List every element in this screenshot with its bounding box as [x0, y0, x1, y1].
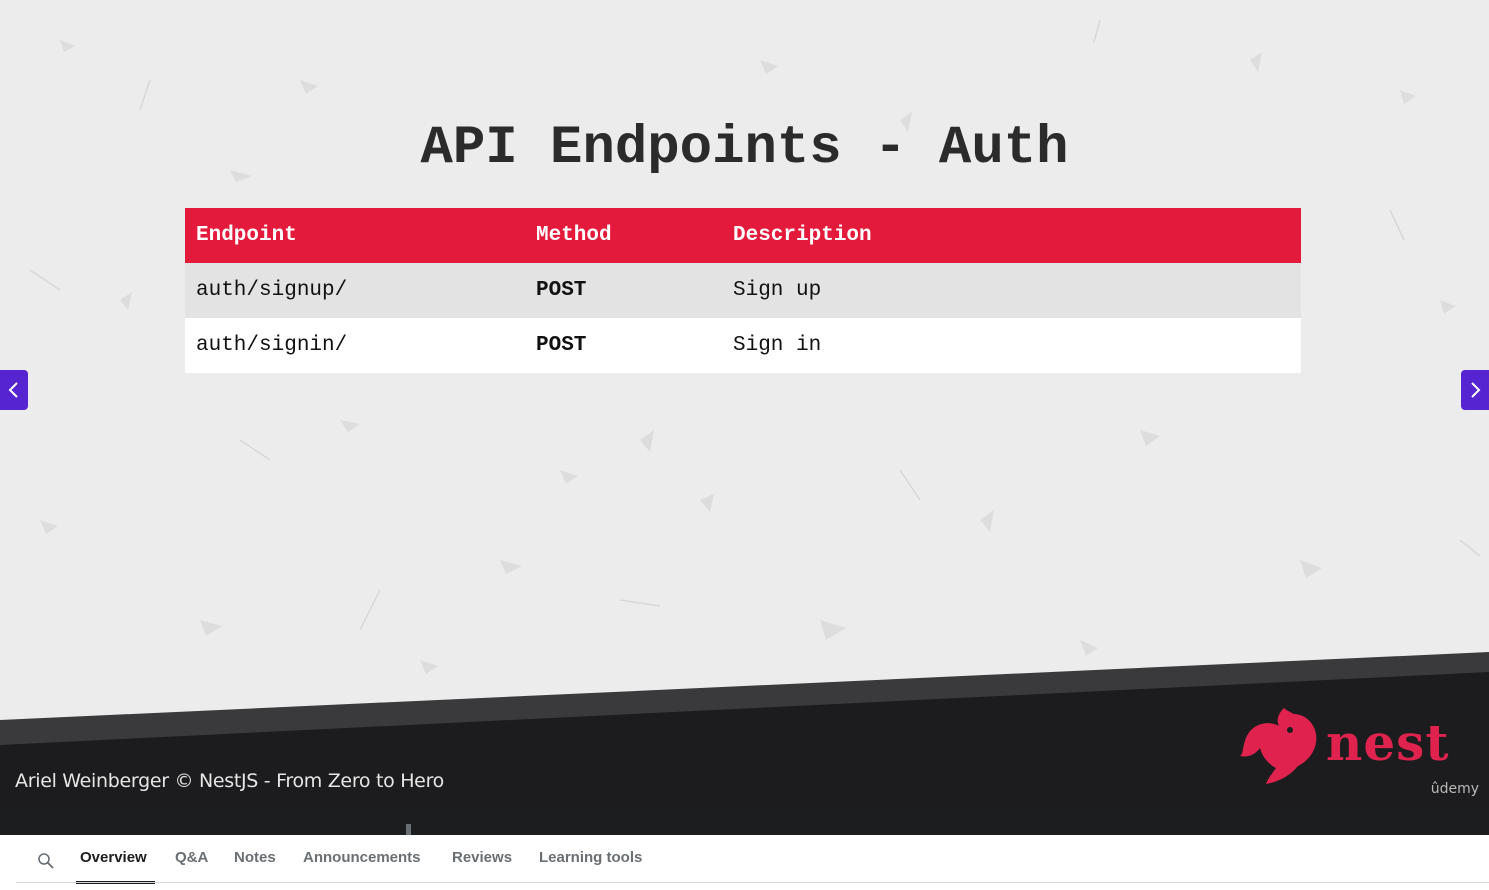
search-button[interactable]: [34, 849, 58, 873]
column-header-description: Description: [722, 208, 1301, 263]
nest-cat-icon: [1240, 708, 1317, 784]
table-header-row: Endpoint Method Description: [185, 208, 1301, 263]
previous-slide-button[interactable]: [0, 370, 28, 410]
tab-bar-divider: [16, 882, 1489, 883]
nest-wordmark: nest: [1326, 712, 1450, 772]
tab-learning-tools[interactable]: Learning tools: [539, 849, 642, 866]
description-cell: Sign in: [722, 318, 1301, 373]
video-player-bar[interactable]: [0, 808, 1489, 835]
description-cell: Sign up: [722, 263, 1301, 318]
table-row: auth/signin/ POST Sign in: [185, 318, 1301, 373]
chevron-right-icon: [1471, 382, 1481, 398]
next-slide-button[interactable]: [1461, 370, 1489, 410]
progress-scrubber[interactable]: [406, 824, 411, 835]
slide-title: API Endpoints - Auth: [420, 118, 1069, 179]
tab-qa[interactable]: Q&A: [175, 849, 208, 866]
tab-notes[interactable]: Notes: [234, 849, 276, 866]
udemy-watermark: ûdemy: [1430, 781, 1479, 797]
method-cell: POST: [525, 318, 722, 373]
search-icon: [38, 853, 54, 869]
lecture-slide: API Endpoints - Auth Endpoint Method Des…: [0, 0, 1489, 835]
table-row: auth/signup/ POST Sign up: [185, 263, 1301, 318]
tab-reviews[interactable]: Reviews: [452, 849, 512, 866]
method-cell: POST: [525, 263, 722, 318]
course-credit: Ariel Weinberger © NestJS - From Zero to…: [15, 770, 444, 792]
nest-logo: nest: [1238, 704, 1449, 786]
endpoints-table: Endpoint Method Description auth/signup/…: [185, 208, 1301, 373]
endpoint-cell: auth/signin/: [185, 318, 525, 373]
column-header-endpoint: Endpoint: [185, 208, 525, 263]
chevron-left-icon: [8, 382, 18, 398]
tab-overview[interactable]: Overview: [80, 849, 147, 866]
tab-announcements[interactable]: Announcements: [303, 849, 421, 866]
endpoint-cell: auth/signup/: [185, 263, 525, 318]
course-tab-bar: Overview Q&A Notes Announcements Reviews…: [0, 835, 1489, 890]
column-header-method: Method: [525, 208, 722, 263]
